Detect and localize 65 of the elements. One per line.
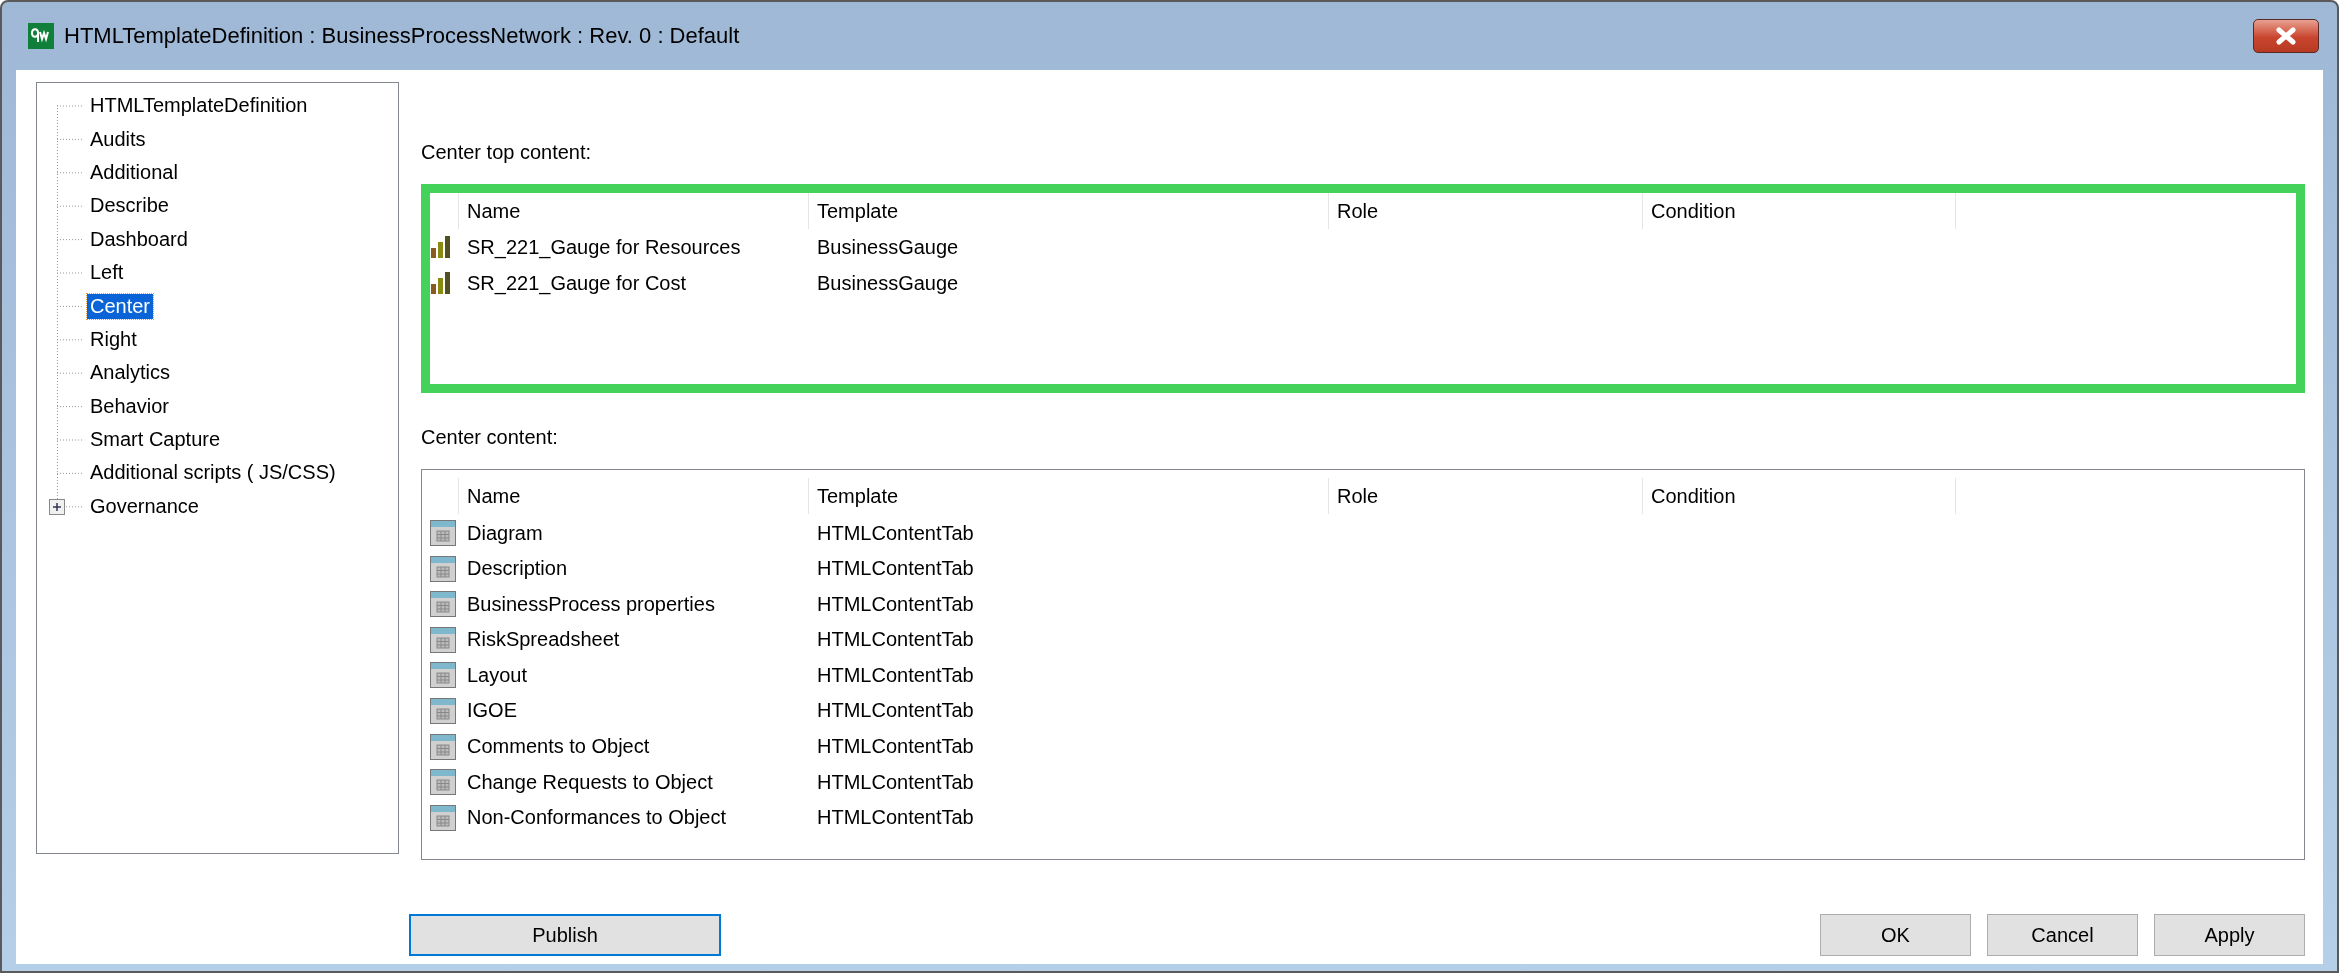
dialog-button[interactable]: Apply [2154,914,2305,956]
name-cell-text: Change Requests to Object [466,770,714,794]
template-cell-text: HTMLContentTab [816,735,975,759]
name-cell-text: Description [466,557,569,581]
window-title: HTMLTemplateDefinition : BusinessProcessNetwork : Rev. 0 : Default [64,23,740,49]
table-window-icon [430,733,456,760]
name-cell-text: IGOE [466,699,518,723]
tree-item[interactable]: Right [87,326,140,352]
expand-icon[interactable] [49,498,65,515]
tree-item[interactable]: Governance [87,493,202,519]
bar-chart-icon [430,235,452,259]
bar-chart-icon [430,271,452,295]
template-cell-text: HTMLContentTab [816,770,975,794]
name-cell-text: RiskSpreadsheet [466,628,621,652]
tree-item[interactable]: Analytics [87,360,174,386]
table-window-icon [430,769,456,796]
template-cell-text: HTMLContentTab [816,663,975,687]
table-window-icon [430,626,456,653]
tree-item[interactable]: Left [87,260,127,286]
tree-item[interactable]: Smart Capture [87,427,224,453]
template-cell-text: HTMLContentTab [816,806,975,830]
name-cell-text: Layout [466,663,529,687]
table-window-icon [430,804,456,831]
dialog-button[interactable]: Cancel [1987,914,2138,956]
close-icon [2273,27,2299,45]
name-cell-text: SR_221_Gauge for Resources [466,235,742,259]
template-cell-text: BusinessGauge [816,235,960,259]
dialog-button[interactable]: Publish [409,914,721,956]
table-window-icon [430,555,456,582]
name-cell-text: BusinessProcess properties [466,592,716,616]
column-header[interactable]: Name [458,193,808,229]
template-cell-text: HTMLContentTab [816,521,975,545]
name-cell-text: Comments to Object [466,735,651,759]
template-cell-text: BusinessGauge [816,271,960,295]
template-cell-text: HTMLContentTab [816,699,975,723]
table-window-icon [430,697,456,724]
column-header[interactable]: Condition [1642,193,1955,229]
close-button[interactable] [2253,19,2319,53]
column-header[interactable]: Template [808,193,1328,229]
column-header[interactable]: Role [1328,193,1642,229]
column-header[interactable]: Template [808,478,1328,514]
table-window-icon [430,662,456,689]
tree-item[interactable]: Additional [87,159,181,185]
tree-item[interactable]: Dashboard [87,226,191,252]
tree-item[interactable]: Describe [87,193,172,219]
tree-item[interactable]: Additional scripts ( JS/CSS) [87,460,339,486]
app-logo-icon [28,23,54,49]
template-cell-text: HTMLContentTab [816,592,975,616]
name-cell-text: Non-Conformances to Object [466,806,727,830]
table-window-icon [430,520,456,546]
tree-item[interactable]: Audits [87,126,149,152]
tree-item[interactable]: Behavior [87,393,172,419]
column-header[interactable]: Name [458,478,808,514]
template-cell-text: HTMLContentTab [816,628,975,652]
column-header[interactable]: Role [1328,478,1642,514]
section-label: Center content: [421,425,559,449]
name-cell-text: SR_221_Gauge for Cost [466,271,688,295]
dialog-button[interactable]: OK [1820,914,1971,956]
tree-item[interactable]: Center [87,293,154,319]
table-window-icon [430,591,456,618]
tree-item[interactable]: HTMLTemplateDefinition [87,93,311,119]
section-label: Center top content: [421,140,593,164]
column-header[interactable]: Condition [1642,478,1955,514]
template-cell-text: HTMLContentTab [816,557,975,581]
name-cell-text: Diagram [466,521,544,545]
